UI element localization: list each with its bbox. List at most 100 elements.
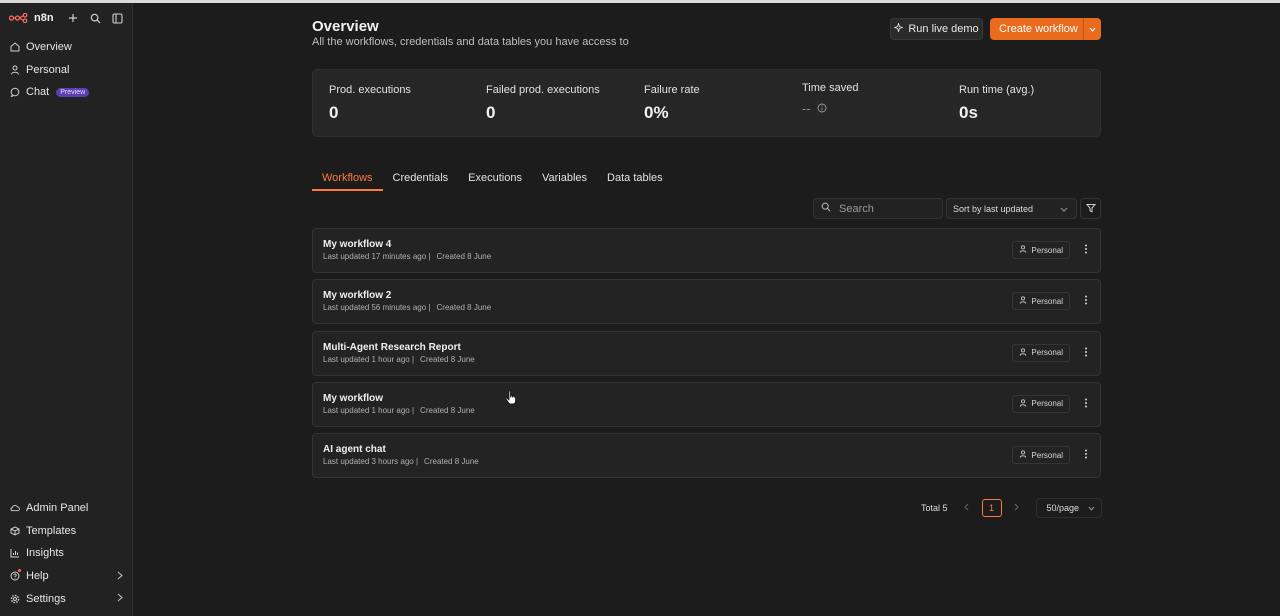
stat-label: Time saved	[802, 82, 859, 94]
chevron-right-icon	[117, 571, 123, 583]
sidebar-bottom-nav: Admin Panel Templates Insights Help Sett…	[0, 497, 133, 610]
tab-data-tables[interactable]: Data tables	[597, 168, 673, 190]
stat-value: --	[802, 101, 811, 116]
workflow-list: My workflow 4 Last updated 17 minutes ag…	[312, 228, 1101, 484]
workflow-card[interactable]: My workflow 4 Last updated 17 minutes ag…	[312, 228, 1101, 273]
preview-badge: Preview	[56, 87, 90, 97]
sidebar-item-label: Templates	[26, 524, 77, 537]
user-icon	[1019, 296, 1027, 306]
bar-chart-icon	[10, 548, 20, 558]
home-icon	[10, 42, 20, 52]
workflow-name[interactable]: My workflow 2	[323, 290, 391, 301]
owner-badge: Personal	[1012, 343, 1070, 362]
stat-label: Prod. executions	[329, 84, 411, 96]
stat-value: 0	[329, 103, 339, 122]
filter-button[interactable]	[1080, 198, 1101, 219]
resource-tabs: Workflows Credentials Executions Variabl…	[312, 168, 673, 191]
filter-icon	[1085, 202, 1096, 216]
brand[interactable]: n8n	[9, 12, 54, 24]
page-number[interactable]: 1	[981, 499, 1002, 517]
help-icon	[10, 571, 20, 581]
sidebar-item-chat[interactable]: Chat Preview	[0, 81, 133, 104]
sort-select[interactable]: Sort by last updated	[946, 198, 1077, 219]
sidebar-item-personal[interactable]: Personal	[0, 59, 133, 82]
workflow-card[interactable]: AI agent chat Last updated 3 hours ago |…	[312, 433, 1101, 479]
search-input[interactable]: Search	[813, 198, 943, 219]
main-content: Overview All the workflows, credentials …	[134, 3, 1280, 616]
tab-workflows[interactable]: Workflows	[312, 168, 383, 191]
stat-time-saved[interactable]: Time saved --	[802, 82, 858, 116]
stat-label: Failed prod. executions	[486, 84, 600, 96]
more-actions-icon[interactable]	[1084, 397, 1088, 411]
chevron-down-icon	[1060, 204, 1068, 214]
more-actions-icon[interactable]	[1084, 448, 1088, 462]
pagination: Total 5 1 50/page	[921, 498, 1102, 518]
search-icon[interactable]	[88, 11, 102, 25]
stat-label: Failure rate	[644, 84, 700, 96]
stat-value: 0%	[644, 103, 669, 122]
sidebar: n8n Overview Personal Chat Preview Admin…	[0, 3, 133, 616]
notification-dot	[18, 568, 21, 572]
total-count: Total 5	[921, 503, 948, 513]
workflow-card[interactable]: Multi-Agent Research Report Last updated…	[312, 330, 1101, 376]
workflow-name[interactable]: My workflow	[323, 393, 383, 404]
chevron-down-icon	[1088, 503, 1095, 513]
workflow-name[interactable]: My workflow 4	[323, 239, 391, 250]
owner-label: Personal	[1031, 348, 1063, 358]
stat-prod-executions[interactable]: Prod. executions 0	[329, 84, 411, 123]
n8n-logo-icon	[9, 13, 28, 23]
owner-badge: Personal	[1012, 292, 1070, 311]
owner-label: Personal	[1031, 399, 1063, 409]
page-size-select[interactable]: 50/page	[1035, 498, 1102, 518]
workflow-updated: Last updated 17 minutes ago |	[323, 252, 431, 261]
more-actions-icon[interactable]	[1084, 346, 1088, 360]
more-actions-icon[interactable]	[1084, 294, 1088, 308]
create-workflow-button[interactable]: Create workflow	[990, 18, 1101, 40]
tab-variables[interactable]: Variables	[532, 168, 597, 190]
page-size-value: 50/page	[1046, 503, 1080, 513]
stat-run-time[interactable]: Run time (avg.) 0s	[959, 84, 1034, 123]
workflow-created: Created 8 June	[420, 354, 475, 364]
sidebar-item-admin-panel[interactable]: Admin Panel	[0, 497, 133, 520]
sort-value: Sort by last updated	[953, 203, 1034, 214]
stat-failed-prod-executions[interactable]: Failed prod. executions 0	[486, 84, 600, 123]
chevron-right-icon	[117, 593, 123, 605]
workflow-name[interactable]: Multi-Agent Research Report	[323, 342, 461, 353]
prev-page-icon[interactable]	[960, 503, 974, 513]
create-workflow-label: Create workflow	[999, 23, 1078, 35]
next-page-icon[interactable]	[1010, 503, 1024, 513]
user-icon	[1019, 450, 1027, 460]
workflow-meta: Last updated 1 hour ago | Created 8 June	[323, 406, 475, 415]
workflow-created: Created 8 June	[436, 252, 492, 261]
more-actions-icon[interactable]	[1084, 243, 1088, 257]
user-icon	[1019, 245, 1027, 255]
sidebar-item-help[interactable]: Help	[0, 565, 133, 588]
sidebar-item-overview[interactable]: Overview	[0, 36, 133, 59]
workflow-meta: Last updated 17 minutes ago | Created 8 …	[323, 252, 491, 261]
run-live-demo-button[interactable]: Run live demo	[890, 18, 983, 40]
create-options-dropdown[interactable]	[1083, 18, 1101, 40]
chevron-down-icon	[1089, 23, 1096, 35]
sidebar-toggle-icon[interactable]	[110, 11, 124, 25]
sidebar-item-insights[interactable]: Insights	[0, 542, 133, 565]
user-icon	[10, 65, 20, 75]
tab-credentials[interactable]: Credentials	[383, 168, 459, 190]
cloud-icon	[10, 503, 20, 513]
search-placeholder: Search	[839, 202, 874, 215]
stat-failure-rate[interactable]: Failure rate 0%	[644, 84, 700, 123]
workflow-updated: Last updated 1 hour ago |	[323, 405, 415, 415]
workflow-card[interactable]: My workflow 2 Last updated 56 minutes ag…	[312, 279, 1101, 325]
stat-value-row: --	[802, 101, 858, 116]
stat-value: 0s	[959, 103, 978, 122]
info-icon[interactable]	[817, 101, 827, 116]
tab-executions[interactable]: Executions	[458, 168, 532, 190]
plus-icon[interactable]	[66, 11, 80, 25]
sidebar-item-label: Help	[26, 570, 49, 583]
workflow-name[interactable]: AI agent chat	[323, 444, 386, 455]
sidebar-item-settings[interactable]: Settings	[0, 587, 133, 610]
workflow-card[interactable]: My workflow Last updated 1 hour ago | Cr…	[312, 381, 1101, 427]
hand-cursor-icon	[505, 390, 517, 408]
user-icon	[1019, 347, 1027, 358]
workflow-created: Created 8 June	[436, 303, 492, 313]
sidebar-item-templates[interactable]: Templates	[0, 520, 133, 543]
